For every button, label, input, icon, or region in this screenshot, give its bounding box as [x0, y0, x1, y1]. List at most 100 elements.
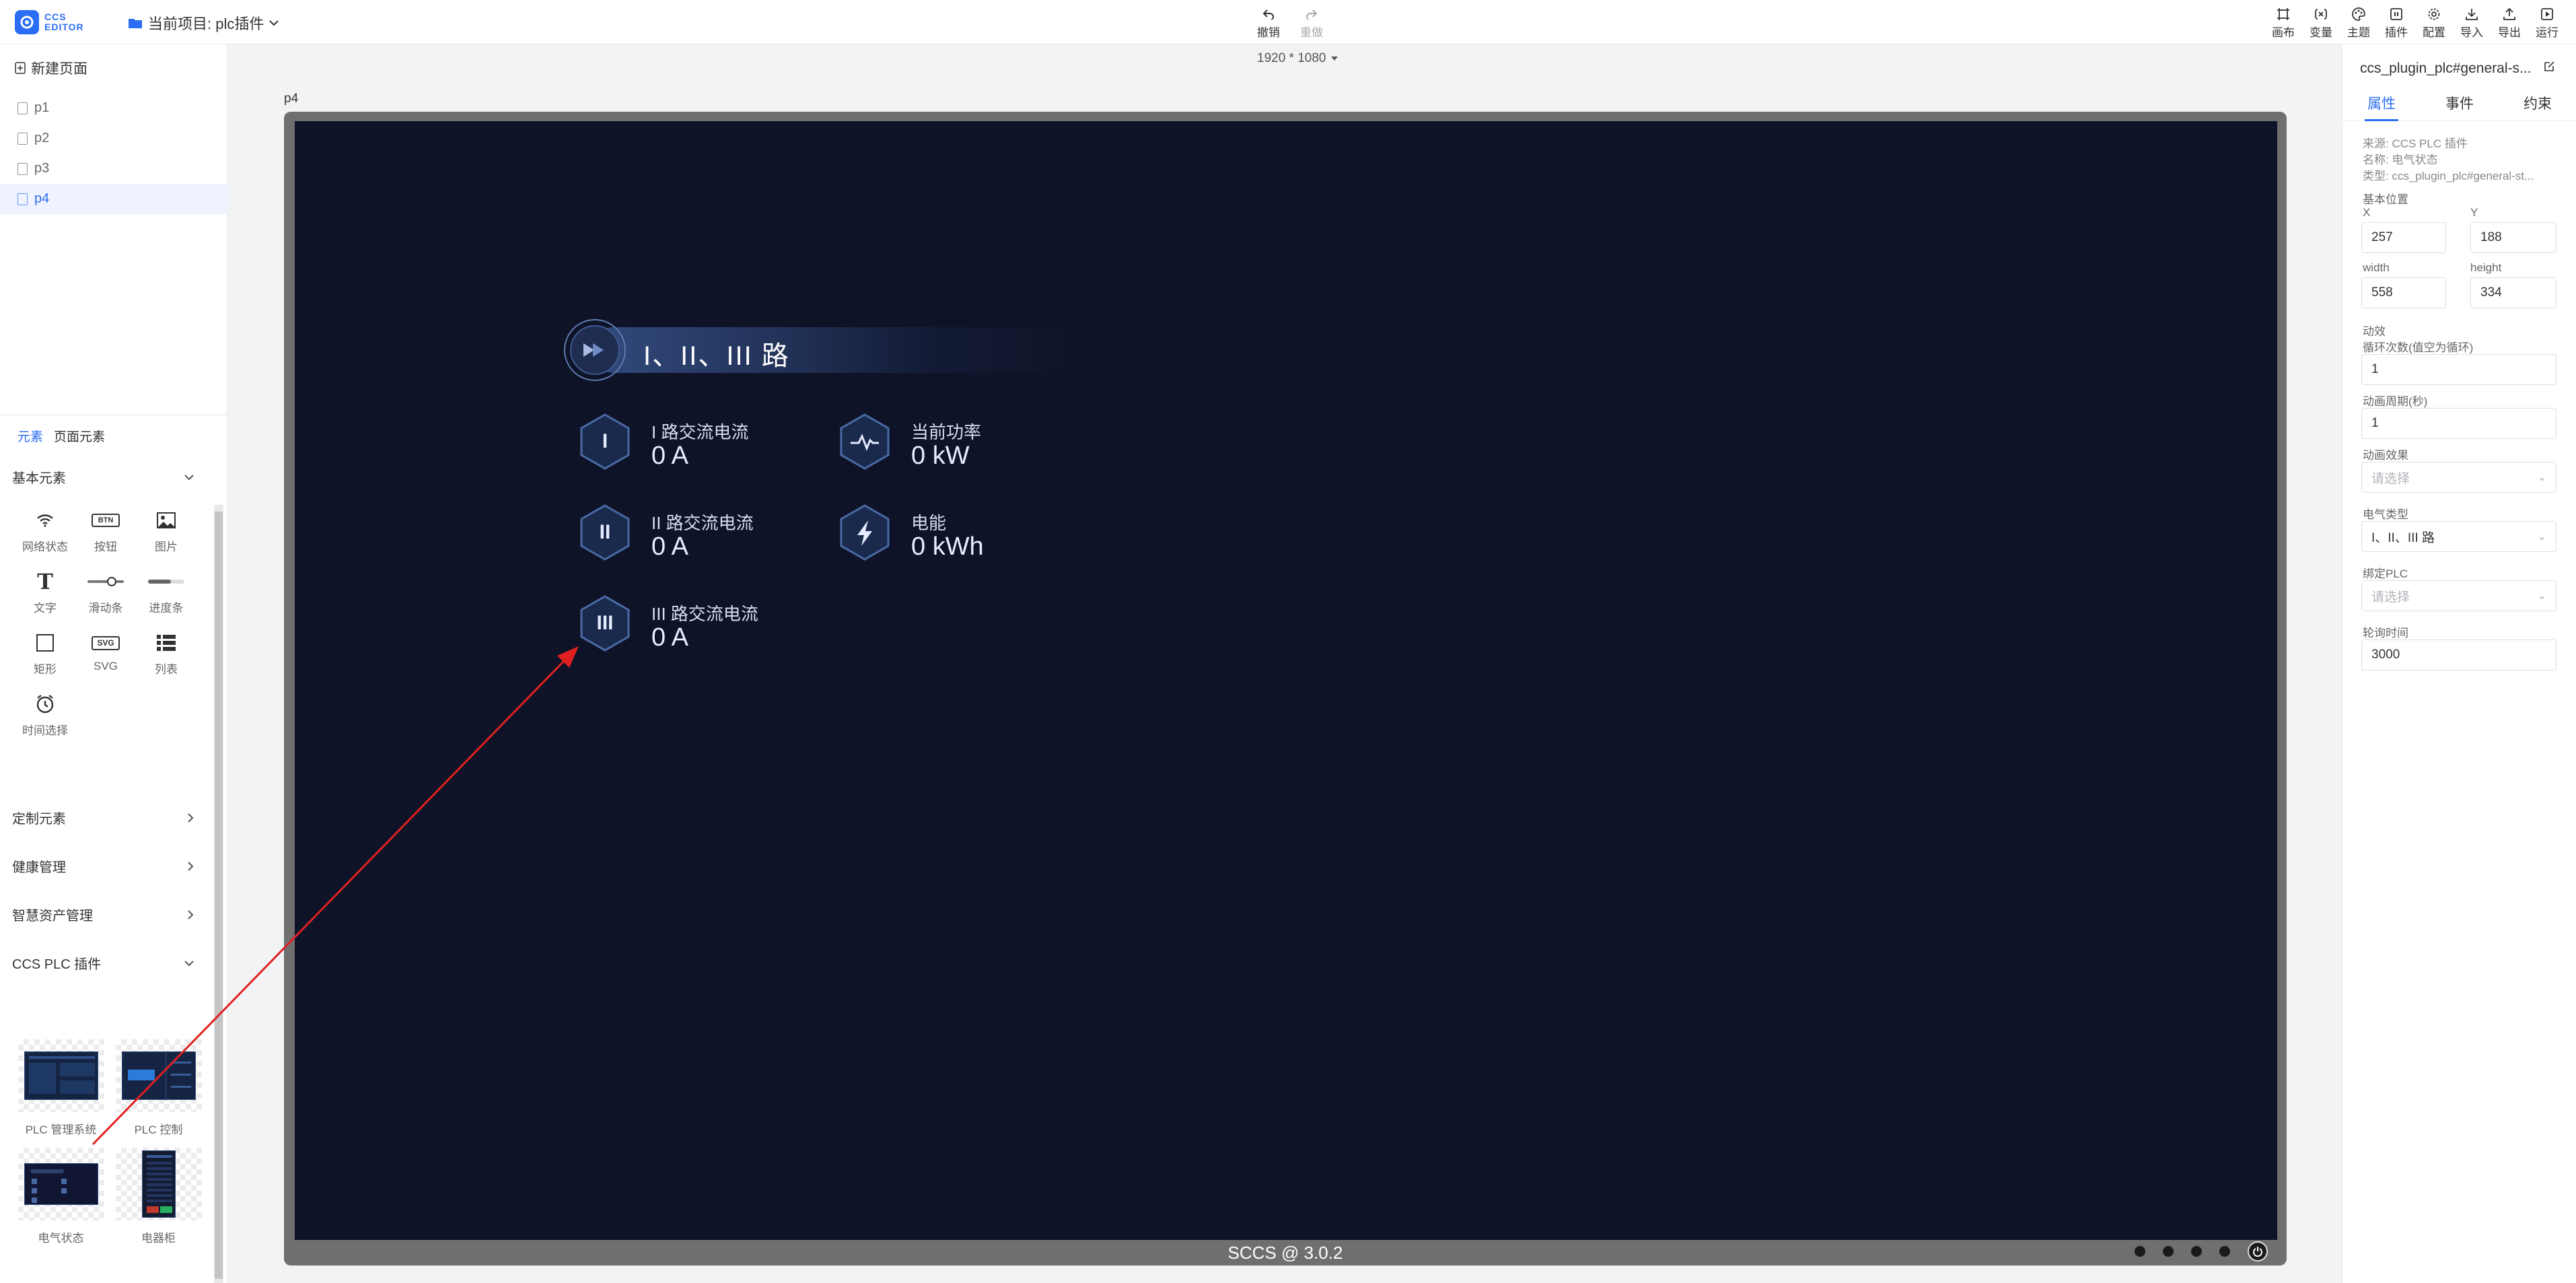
element-text[interactable]: T 文字: [15, 569, 75, 615]
power-icon[interactable]: [2248, 1241, 2268, 1261]
control-dot[interactable]: [2191, 1246, 2202, 1257]
element-image[interactable]: 图片: [136, 509, 196, 554]
thumbnail: [24, 1163, 98, 1205]
toolbar-button-4[interactable]: 配置: [2423, 7, 2445, 40]
chevron-right-icon: [188, 812, 194, 823]
element-rectangle[interactable]: 矩形: [15, 631, 75, 677]
plugin-plc-management[interactable]: PLC 管理系统: [12, 1039, 110, 1137]
section-basic-elements[interactable]: 基本元素: [12, 467, 194, 487]
element-slider[interactable]: 滑动条: [75, 570, 136, 615]
button-icon: BTN: [91, 509, 120, 532]
section-smart-asset[interactable]: 智慧资产管理: [12, 905, 194, 924]
control-dot[interactable]: [2135, 1246, 2145, 1257]
tab-properties[interactable]: 属性: [2365, 89, 2398, 121]
page-item-p2[interactable]: p2: [0, 123, 227, 153]
undo-label: 撤销: [1257, 26, 1280, 39]
import-icon: [2465, 7, 2478, 22]
loop-count-input[interactable]: 1: [2361, 354, 2556, 385]
electric-type-select[interactable]: I、II、III 路 ⌄: [2361, 521, 2556, 552]
properties-panel: ccs_plugin_plc#general-s... 属性 事件 约束 来源:…: [2342, 44, 2576, 1283]
x-input[interactable]: 257: [2361, 222, 2446, 253]
plugin-electric-cabinet[interactable]: 电器柜: [110, 1148, 207, 1245]
left-scrollbar[interactable]: [214, 505, 223, 1283]
page-list: p1 p2 p3 p4: [0, 93, 227, 214]
poll-time-input[interactable]: 3000: [2361, 639, 2556, 670]
period-input[interactable]: 1: [2361, 408, 2556, 439]
logo-text-bottom: EDITOR: [44, 22, 84, 32]
section-health-management[interactable]: 健康管理: [12, 856, 194, 876]
toolbar-button-label: 导出: [2498, 26, 2521, 39]
toolbar-button-2[interactable]: 主题: [2347, 7, 2370, 40]
page-item-p3[interactable]: p3: [0, 153, 227, 184]
progress-icon: [148, 570, 184, 593]
tab-elements[interactable]: 元素: [17, 427, 43, 445]
section-health-label: 健康管理: [12, 860, 66, 875]
component-info: 来源: CCS PLC 插件 名称: 电气状态 类型: ccs_plugin_p…: [2363, 136, 2565, 184]
bind-plc-select[interactable]: 请选择 ⌄: [2361, 580, 2556, 611]
toolbar-button-3[interactable]: 插件: [2385, 7, 2408, 40]
control-dot[interactable]: [2219, 1246, 2230, 1257]
element-progress-bar[interactable]: 进度条: [136, 570, 196, 615]
undo-button[interactable]: 撤销: [1257, 7, 1280, 40]
page-item-p1[interactable]: p1: [0, 93, 227, 123]
y-input[interactable]: 188: [2470, 222, 2556, 253]
element-network-status[interactable]: 网络状态: [15, 509, 75, 554]
width-input[interactable]: 558: [2361, 277, 2446, 308]
element-label: 按钮: [94, 541, 117, 553]
electric-status-banner[interactable]: I、II、III 路: [564, 315, 1102, 382]
poll-label: 轮询时间: [2363, 627, 2408, 639]
page-canvas[interactable]: I、II、III 路 I I 路交流电流 0 A II II 路交流电流 0 A: [295, 121, 2277, 1240]
control-dot[interactable]: [2163, 1246, 2174, 1257]
section-custom-elements[interactable]: 定制元素: [12, 808, 194, 827]
position-label: 基本位置: [2363, 193, 2408, 206]
element-time-picker[interactable]: 时间选择: [15, 693, 75, 738]
toolbar-button-6[interactable]: 导出: [2498, 7, 2521, 40]
metric-line2-current: II II 路交流电流 0 A: [577, 503, 820, 567]
toolbar-button-label: 导入: [2460, 26, 2483, 39]
rectangle-icon: [36, 631, 54, 654]
toolbar-button-1[interactable]: 变量: [2310, 7, 2332, 40]
toolbar-button-5[interactable]: 导入: [2460, 7, 2483, 40]
loop-label: 循环次数(值空为循环): [2363, 341, 2474, 354]
palette-icon: [2352, 7, 2365, 22]
project-selector[interactable]: 当前项目: plc插件: [128, 12, 279, 34]
resolution-selector[interactable]: 1920 * 1080: [1257, 51, 1338, 66]
toolbar-button-7[interactable]: 运行: [2536, 7, 2559, 40]
y-label: Y: [2470, 206, 2478, 219]
electric-type-label: 电气类型: [2363, 508, 2408, 521]
element-label: 列表: [155, 663, 178, 676]
phase-2-icon: II: [577, 503, 633, 562]
tab-page-elements[interactable]: 页面元素: [54, 427, 105, 445]
plugin-plc-control[interactable]: PLC 控制: [110, 1039, 207, 1137]
document-icon: [17, 162, 28, 175]
top-bar: CCS EDITOR 当前项目: plc插件 撤销 重做 画布 变量 主题 插件 配置 导…: [0, 0, 2576, 44]
logo-text-top: CCS: [44, 11, 67, 22]
basic-elements-grid: 网络状态 BTN 按钮 图片 T 文字 滑动条 进度条 矩形 SVG SVG 列…: [15, 509, 196, 738]
effect-select[interactable]: 请选择 ⌄: [2361, 462, 2556, 493]
period-label: 动画周期(秒): [2363, 395, 2428, 408]
metric-label: I 路交流电流: [651, 422, 749, 442]
element-button[interactable]: BTN 按钮: [75, 509, 136, 554]
tab-constraints[interactable]: 约束: [2524, 89, 2552, 120]
metric-value: 0 A: [651, 442, 688, 470]
component-name: ccs_plugin_plc#general-s...: [2360, 61, 2532, 76]
page-item-p4[interactable]: p4: [0, 184, 227, 214]
slider-icon: [87, 570, 124, 593]
tab-events[interactable]: 事件: [2445, 89, 2474, 120]
redo-button[interactable]: 重做: [1300, 7, 1323, 40]
height-input[interactable]: 334: [2470, 277, 2556, 308]
section-ccs-plc-plugin[interactable]: CCS PLC 插件: [12, 953, 194, 973]
width-label: width: [2363, 261, 2390, 274]
phase-3-icon: III: [577, 594, 633, 653]
app-logo: CCS EDITOR: [15, 10, 84, 34]
edit-icon[interactable]: [2543, 61, 2555, 73]
metric-line3-current: III III 路交流电流 0 A: [577, 594, 820, 658]
element-svg[interactable]: SVG SVG: [75, 631, 136, 677]
toolbar-button-0[interactable]: 画布: [2272, 7, 2295, 40]
element-list[interactable]: 列表: [136, 631, 196, 677]
variable-icon: [2314, 7, 2328, 22]
new-page-button[interactable]: 新建页面: [15, 58, 87, 78]
wifi-icon: [36, 509, 54, 532]
plugin-electric-status[interactable]: 电气状态: [12, 1148, 110, 1245]
canvas-page-name: p4: [284, 92, 299, 106]
